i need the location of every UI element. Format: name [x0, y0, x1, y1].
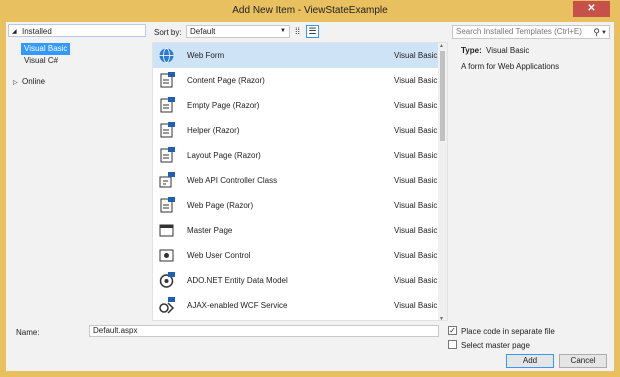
place-code-checkbox[interactable]: ✓	[448, 326, 457, 335]
template-language: Visual Basic	[394, 276, 438, 285]
template-language: Visual Basic	[394, 51, 438, 60]
master-page-icon	[158, 222, 175, 239]
place-code-label: Place code in separate file	[461, 327, 555, 336]
sort-by-select[interactable]: Default ▼	[186, 25, 290, 38]
sort-by-label: Sort by:	[154, 28, 182, 37]
template-language: Visual Basic	[394, 176, 438, 185]
vb-page-icon	[158, 97, 175, 114]
select-master-page-checkbox[interactable]	[448, 340, 457, 349]
expand-triangle-icon[interactable]: ▷	[13, 79, 18, 86]
chevron-down-icon: ▼	[280, 28, 286, 34]
template-name: AJAX-enabled WCF Service	[187, 301, 288, 310]
template-row[interactable]: Content Page (Razor) Visual Basic	[153, 68, 438, 93]
scroll-up-icon[interactable]: ▲	[439, 43, 444, 49]
window-title: Add New Item - ViewStateExample	[232, 5, 388, 16]
template-language: Visual Basic	[394, 251, 438, 260]
template-name: Helper (Razor)	[187, 126, 240, 135]
template-language: Visual Basic	[394, 126, 438, 135]
template-name: Web API Controller Class	[187, 176, 278, 185]
list-view-icon: ☰	[308, 26, 317, 36]
template-row[interactable]: Empty Page (Razor) Visual Basic	[153, 93, 438, 118]
vb-class-icon	[158, 172, 175, 189]
template-name: Content Page (Razor)	[187, 76, 265, 85]
user-control-icon	[158, 247, 175, 264]
tree-item-visual-basic[interactable]: Visual Basic	[21, 43, 71, 55]
template-language: Visual Basic	[394, 226, 438, 235]
template-language: Visual Basic	[394, 101, 438, 110]
vb-page-icon	[158, 147, 175, 164]
vb-page-icon	[158, 122, 175, 139]
template-row[interactable]: Layout Page (Razor) Visual Basic	[153, 143, 438, 168]
installed-node[interactable]: ◢ Installed	[8, 24, 146, 37]
scroll-down-icon[interactable]: ▼	[439, 316, 444, 320]
grid-view-icon: ⁞⁞	[294, 26, 300, 36]
template-language: Visual Basic	[394, 201, 438, 210]
small-icons-view-button[interactable]: ⁞⁞	[291, 25, 304, 38]
sort-by-value: Default	[190, 27, 216, 36]
template-name: ADO.NET Entity Data Model	[187, 276, 288, 285]
template-language: Visual Basic	[394, 151, 438, 160]
name-label: Name:	[16, 328, 40, 337]
list-scrollbar[interactable]: ▲ ▼	[438, 43, 447, 320]
vb-page-icon	[158, 72, 175, 89]
scrollbar-thumb[interactable]	[440, 51, 445, 141]
close-button[interactable]: ✕	[573, 1, 610, 17]
template-row[interactable]: Web User Control Visual Basic	[153, 243, 438, 268]
template-row[interactable]: AJAX-enabled WCF Service Visual Basic	[153, 293, 438, 318]
template-row[interactable]: Helper (Razor) Visual Basic	[153, 118, 438, 143]
search-icon[interactable]: ⚲	[593, 26, 600, 38]
name-input[interactable]: Default.aspx	[89, 325, 439, 337]
template-name: Web Page (Razor)	[187, 201, 254, 210]
list-view-button[interactable]: ☰	[306, 25, 319, 38]
category-pane: ◢ Installed Visual Basic Visual C# ▷ Onl…	[6, 22, 148, 321]
template-name: Empty Page (Razor)	[187, 101, 260, 110]
search-templates-input[interactable]: Search Installed Templates (Ctrl+E) ⚲ ▼	[452, 25, 610, 39]
template-name: Layout Page (Razor)	[187, 151, 261, 160]
dialog-window: Add New Item - ViewStateExample ✕ ◢ Inst…	[0, 0, 620, 377]
search-options-chevron-icon[interactable]: ▼	[601, 27, 607, 39]
template-row[interactable]: Web API Controller Class Visual Basic	[153, 168, 438, 193]
type-label: Type:	[461, 46, 482, 55]
template-row[interactable]: ADO.NET Entity Data Model Visual Basic	[153, 268, 438, 293]
template-language: Visual Basic	[394, 301, 438, 310]
template-row[interactable]: Web Form Visual Basic	[153, 43, 438, 68]
type-value: Visual Basic	[486, 46, 530, 55]
template-name: Web User Control	[187, 251, 251, 260]
dialog-client: ◢ Installed Visual Basic Visual C# ▷ Onl…	[6, 22, 614, 371]
cancel-button[interactable]: Cancel	[559, 354, 607, 368]
collapse-triangle-icon[interactable]: ◢	[12, 28, 17, 35]
select-master-page-label: Select master page	[461, 341, 530, 350]
template-name: Web Form	[187, 51, 225, 60]
title-bar[interactable]: Add New Item - ViewStateExample ✕	[0, 0, 620, 22]
tree-item-online[interactable]: Online	[19, 76, 48, 88]
template-description: A form for Web Applications	[461, 62, 560, 71]
template-name: Master Page	[187, 226, 233, 235]
template-list[interactable]: ▲ ▼ Web Form Visual Basic Content Page (Ra…	[152, 42, 448, 321]
template-row[interactable]: Web Page (Razor) Visual Basic	[153, 193, 438, 218]
globe-icon	[158, 47, 175, 64]
vb-page-icon	[158, 197, 175, 214]
wcf-service-icon	[158, 297, 175, 314]
entity-model-icon	[158, 272, 175, 289]
template-row[interactable]: Master Page Visual Basic	[153, 218, 438, 243]
template-language: Visual Basic	[394, 76, 438, 85]
add-button[interactable]: Add	[506, 354, 554, 368]
installed-label: Installed	[22, 27, 52, 36]
tree-item-visual-csharp[interactable]: Visual C#	[21, 55, 61, 67]
search-placeholder: Search Installed Templates (Ctrl+E)	[456, 27, 582, 36]
